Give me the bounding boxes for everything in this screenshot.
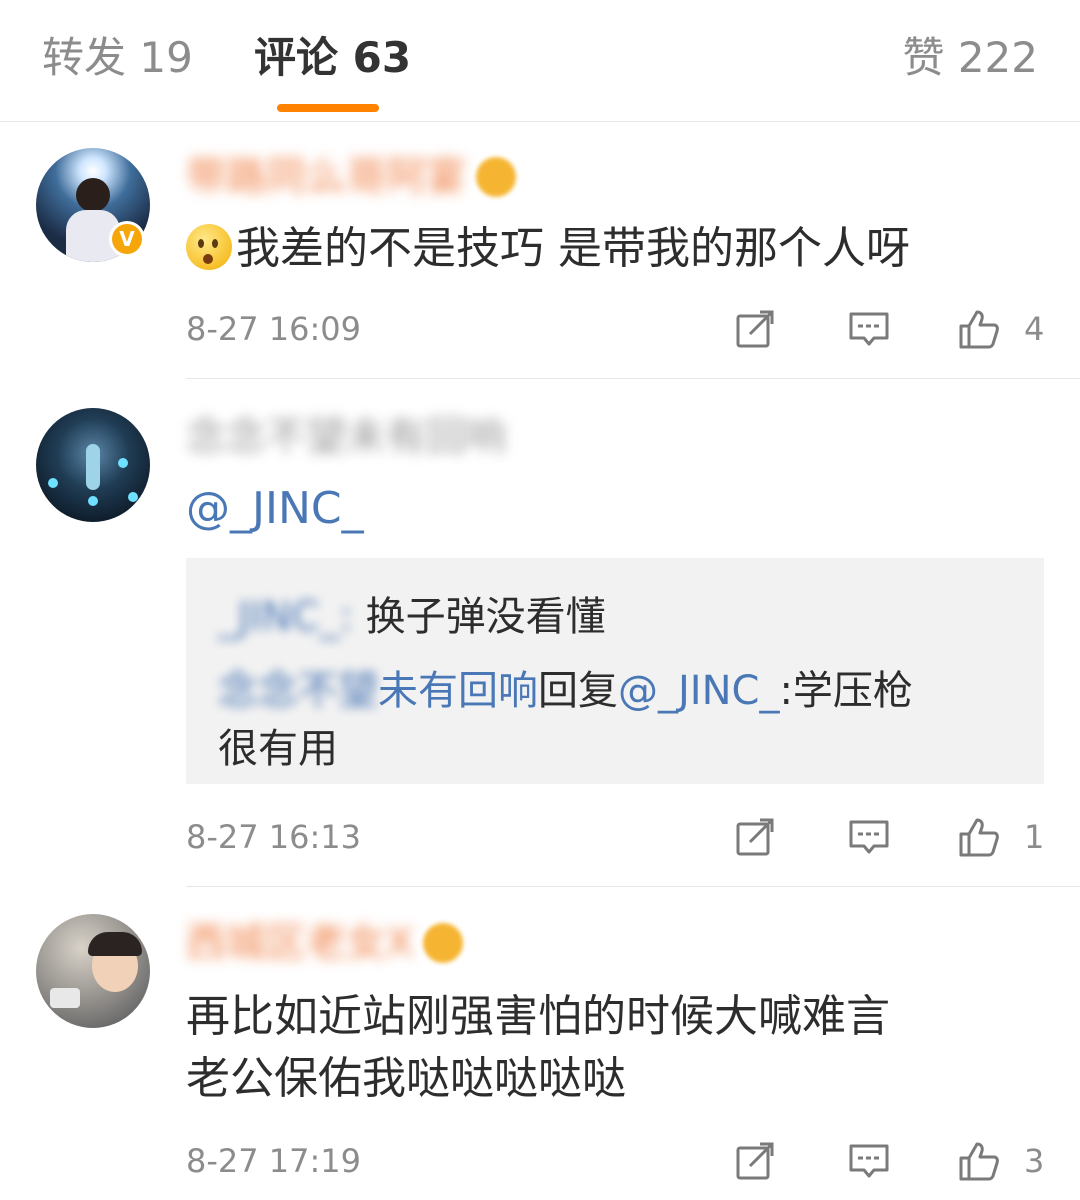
comment-time: 8-27 16:13	[186, 818, 362, 856]
active-tab-indicator	[277, 104, 379, 112]
comment-time: 8-27 17:19	[186, 1142, 362, 1180]
comment-time: 8-27 16:09	[186, 310, 362, 348]
repost-icon[interactable]	[734, 1140, 776, 1182]
tab-comments[interactable]: 评论 63	[254, 30, 411, 86]
avatar[interactable]	[36, 408, 150, 522]
comment-icon[interactable]	[848, 1140, 890, 1182]
quote-username[interactable]: _JINC_:	[218, 594, 353, 640]
tab-repost[interactable]: 转发 19	[42, 30, 193, 86]
comment-meta: 8-27 16:09 4	[186, 304, 1046, 354]
comment-divider	[186, 886, 1080, 887]
comment-text: @_JINC_	[186, 478, 1046, 540]
quote-line: 念念不望未有回响回复@_JINC_:学压枪	[218, 668, 913, 714]
mention-link[interactable]: @_JINC_	[186, 483, 364, 534]
comment-meta: 8-27 17:19 3	[186, 1136, 1046, 1186]
thumbs-up-icon[interactable]	[958, 308, 1000, 350]
comment-icon[interactable]	[848, 308, 890, 350]
thumbs-up-icon[interactable]	[958, 816, 1000, 858]
avatar[interactable]	[36, 914, 150, 1028]
tab-likes[interactable]: 赞 222	[902, 30, 1038, 86]
repost-icon[interactable]	[734, 308, 776, 350]
like-count: 1	[1024, 818, 1045, 856]
repost-icon[interactable]	[734, 816, 776, 858]
member-crown-icon	[476, 157, 516, 197]
mention-link[interactable]: @_JINC_	[618, 668, 779, 714]
quote-username-blurred[interactable]: 念念不望	[218, 668, 378, 714]
thinking-face-icon	[186, 224, 232, 270]
comment-username[interactable]: 带路同么哥阿宴	[186, 152, 516, 200]
verified-badge: V	[109, 221, 145, 257]
thumbs-up-icon[interactable]	[958, 1140, 1000, 1182]
comment-tabs: 转发 19 评论 63 赞 222	[0, 0, 1080, 122]
header-divider	[0, 121, 1080, 122]
quote-line: 很有用	[218, 726, 338, 772]
comment-username[interactable]: 西城区老女X	[186, 918, 464, 966]
reply-quote-box[interactable]: _JINC_: 换子弹没看懂 念念不望未有回响回复@_JINC_:学压枪 很有用	[186, 558, 1044, 784]
quote-username[interactable]: 未有回响	[378, 668, 538, 714]
like-count: 3	[1024, 1142, 1045, 1180]
member-crown-icon	[423, 923, 464, 963]
comment-text: 我差的不是技巧 是带我的那个人呀	[186, 218, 1046, 280]
comment-username[interactable]: 念念不望未有回响	[186, 412, 506, 460]
comment-text: 再比如近站刚强害怕的时候大喊难言 老公保佑我哒哒哒哒哒	[186, 991, 890, 1104]
comment-icon[interactable]	[848, 816, 890, 858]
like-count: 4	[1024, 310, 1045, 348]
comment-divider	[186, 378, 1080, 379]
comment-meta: 8-27 16:13 1	[186, 812, 1046, 862]
quote-line: _JINC_: 换子弹没看懂	[218, 594, 606, 640]
